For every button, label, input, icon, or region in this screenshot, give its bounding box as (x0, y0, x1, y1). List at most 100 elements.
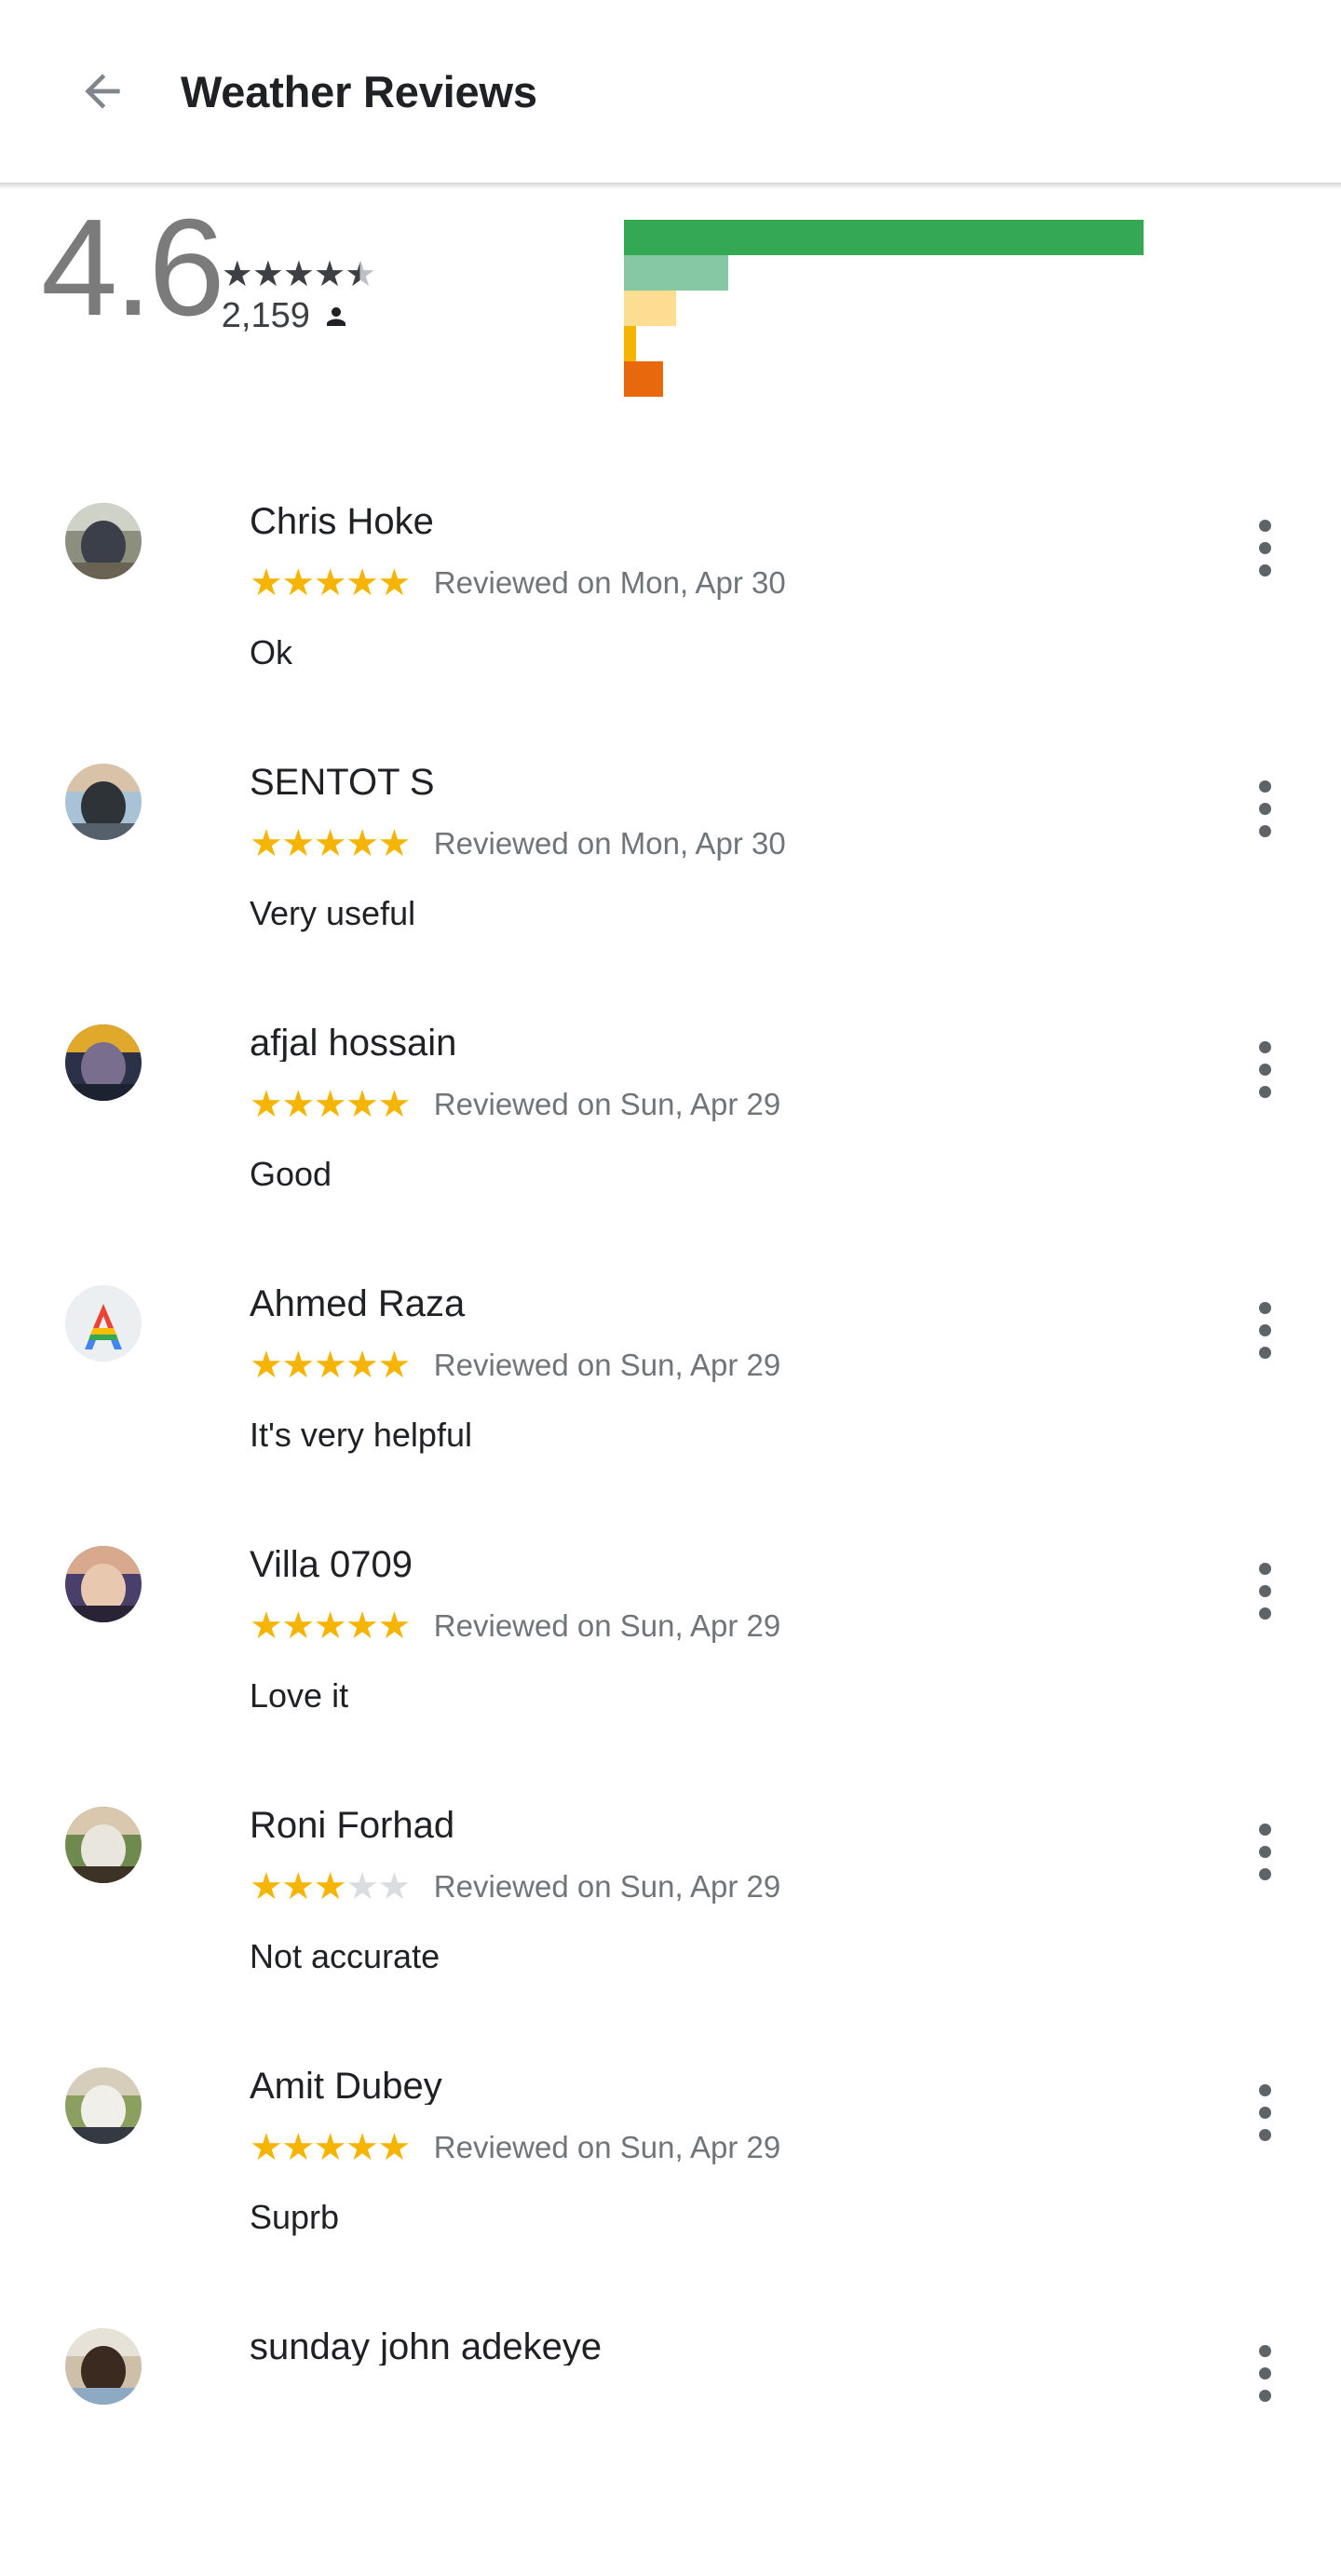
more-vert-icon[interactable] (1231, 1028, 1298, 1110)
review-text: Very useful (250, 894, 416, 932)
review-star: ★ (313, 563, 347, 603)
review-list: Chris Hoke ★ ★ ★ ★ ★ Reviewed on Mon, Apr 30 Ok… (0, 490, 1341, 2576)
summary-star: ★ (345, 255, 376, 294)
reviewer-name: sunday john adekeye (250, 2326, 603, 2366)
summary-star: ★ (221, 255, 253, 294)
review-star: ★ (377, 1866, 411, 1907)
reviewer-name: SENTOT S (250, 762, 435, 801)
back-arrow-icon (76, 65, 129, 117)
average-score: 4.6 (41, 191, 225, 345)
avatar[interactable] (65, 2068, 142, 2144)
review-star: ★ (281, 1606, 315, 1647)
review-star: ★ (377, 823, 411, 864)
histogram-bar-5-star (624, 220, 1144, 255)
review-star: ★ (345, 823, 379, 864)
avatar[interactable] (65, 1807, 142, 1883)
review-star: ★ (313, 1345, 347, 1386)
review-star: ★ (313, 1606, 347, 1647)
review-date: Reviewed on Mon, Apr 30 (433, 565, 786, 600)
avatar[interactable] (65, 503, 142, 579)
review-meta: ★ ★ ★ ★ ★ Reviewed on Sun, Apr 29 (250, 1086, 1211, 1123)
reviewer-name: Roni Forhad (250, 1805, 455, 1844)
review-star-rating: ★ ★ ★ ★ ★ (250, 1084, 411, 1125)
histogram-bar-4-star (624, 255, 728, 291)
review-meta: ★ ★ ★ ★ ★ Reviewed on Sun, Apr 29 (250, 1868, 1211, 1905)
avatar-photo (65, 1024, 142, 1101)
score-detail: ★ ★ ★ ★ ★ 2,159 (221, 203, 376, 336)
review-date: Reviewed on Mon, Apr 30 (433, 826, 786, 861)
review-star: ★ (377, 563, 411, 603)
review-meta: ★ ★ ★ ★ ★ Reviewed on Mon, Apr 30 (250, 825, 1211, 862)
more-vert-icon[interactable] (1231, 767, 1298, 849)
review-star: ★ (345, 1866, 379, 1907)
more-vert-icon[interactable] (1231, 1289, 1298, 1371)
avatar[interactable] (65, 1546, 142, 1622)
review-star: ★ (377, 1606, 411, 1647)
review-meta: ★ ★ ★ ★ ★ Reviewed on Mon, Apr 30 (250, 564, 1211, 602)
summary-star-rating: ★ ★ ★ ★ ★ (221, 255, 376, 294)
review-item[interactable]: afjal hossain ★ ★ ★ ★ ★ Reviewed on Sun, Apr 2… (0, 1011, 1341, 1272)
review-item[interactable]: Villa 0709 ★ ★ ★ ★ ★ Reviewed on Sun, Apr 29 Lo… (0, 1533, 1341, 1794)
more-vert-icon[interactable] (1231, 1810, 1298, 1892)
avatar-photo (65, 503, 142, 579)
review-star: ★ (377, 1345, 411, 1386)
avatar-photo (65, 1546, 142, 1622)
avatar[interactable] (65, 1024, 142, 1101)
more-vert-icon[interactable] (1231, 507, 1298, 589)
more-vert-icon[interactable] (1231, 2071, 1298, 2153)
avatar[interactable] (65, 2328, 142, 2405)
review-body: Ahmed Raza ★ ★ ★ ★ ★ Reviewed on Sun, Apr 29 It… (250, 1272, 1211, 1455)
back-button[interactable] (63, 52, 142, 130)
avatar-photo (65, 2328, 142, 2405)
review-star: ★ (345, 1606, 379, 1647)
review-star-rating: ★ ★ ★ ★ ★ (250, 2127, 411, 2168)
review-item[interactable]: sunday john adekeye (0, 2315, 1341, 2576)
review-body: SENTOT S ★ ★ ★ ★ ★ Reviewed on Mon, Apr 30 Very… (250, 751, 1211, 933)
review-star: ★ (281, 2127, 315, 2168)
review-text: Ok (250, 633, 293, 671)
histogram-bar-1-star (624, 361, 663, 397)
review-star: ★ (313, 1084, 347, 1125)
review-star: ★ (250, 1606, 283, 1647)
review-item[interactable]: SENTOT S ★ ★ ★ ★ ★ Reviewed on Mon, Apr 30 Very… (0, 751, 1341, 1011)
review-star: ★ (250, 1084, 283, 1125)
review-body: Villa 0709 ★ ★ ★ ★ ★ Reviewed on Sun, Apr 29 Lo… (250, 1533, 1211, 1715)
more-vert-icon[interactable] (1231, 2332, 1298, 2414)
review-star: ★ (250, 823, 283, 864)
summary-star: ★ (251, 255, 284, 294)
review-body: afjal hossain ★ ★ ★ ★ ★ Reviewed on Sun, Apr 2… (250, 1011, 1211, 1194)
review-star: ★ (313, 823, 347, 864)
review-star: ★ (281, 1345, 315, 1386)
score-block: 4.6 ★ ★ ★ ★ ★ 2,159 (41, 191, 376, 345)
review-star: ★ (345, 1345, 379, 1386)
review-count-row: 2,159 (222, 296, 350, 336)
app-bar: Weather Reviews (0, 0, 1341, 189)
summary-star: ★ (313, 255, 345, 294)
avatar[interactable] (65, 764, 142, 840)
reviewer-name: afjal hossain (250, 1023, 457, 1062)
more-vert-icon[interactable] (1231, 1550, 1298, 1632)
review-star-rating: ★ ★ ★ ★ ★ (250, 823, 411, 864)
review-star: ★ (345, 1084, 379, 1125)
review-date: Reviewed on Sun, Apr 29 (433, 2130, 781, 2164)
histogram-bar-2-star (624, 326, 636, 361)
review-text: Love it (250, 1676, 349, 1715)
rating-histogram (624, 220, 1145, 397)
review-star: ★ (250, 1866, 283, 1907)
review-item[interactable]: Roni Forhad ★ ★ ★ ★ ★ Reviewed on Sun, Apr 29 N… (0, 1794, 1341, 2054)
review-date: Reviewed on Sun, Apr 29 (433, 1608, 781, 1643)
avatar[interactable] (65, 1285, 142, 1362)
avatar-photo (65, 764, 142, 840)
review-star: ★ (281, 823, 315, 864)
avatar-letter (65, 1285, 142, 1362)
reviewer-name: Amit Dubey (250, 2066, 442, 2105)
review-item[interactable]: Chris Hoke ★ ★ ★ ★ ★ Reviewed on Mon, Apr 30 Ok (0, 490, 1341, 751)
review-star: ★ (345, 2127, 379, 2168)
review-item[interactable]: Amit Dubey ★ ★ ★ ★ ★ Reviewed on Sun, Apr 29 Su… (0, 2054, 1341, 2315)
review-star-rating: ★ ★ ★ ★ ★ (250, 1345, 411, 1386)
review-meta: ★ ★ ★ ★ ★ Reviewed on Sun, Apr 29 (250, 1347, 1211, 1384)
review-date: Reviewed on Sun, Apr 29 (433, 1869, 781, 1904)
review-item[interactable]: Ahmed Raza ★ ★ ★ ★ ★ Reviewed on Sun, Apr 29 It… (0, 1272, 1341, 1533)
review-body: Roni Forhad ★ ★ ★ ★ ★ Reviewed on Sun, Apr 29 N… (250, 1794, 1211, 1976)
review-star: ★ (250, 2127, 283, 2168)
